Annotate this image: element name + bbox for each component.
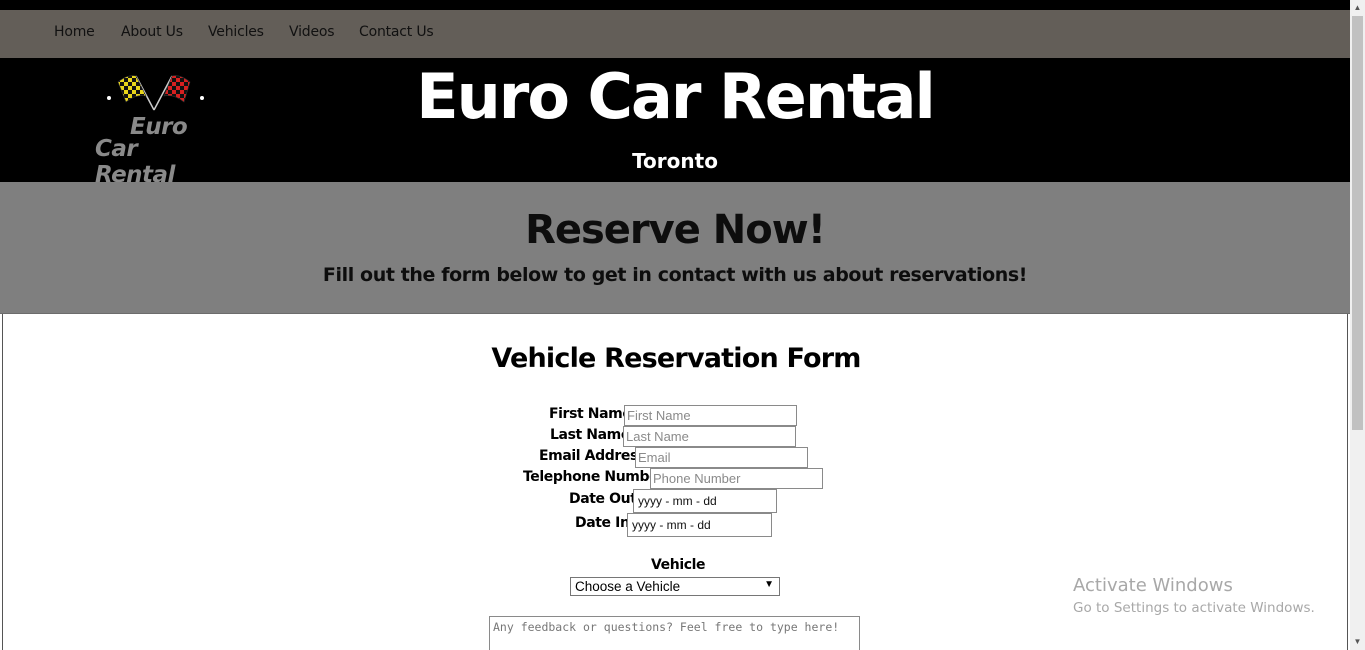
date-out-input[interactable]: yyyy - mm - dd (633, 489, 777, 513)
date-in-label: Date In: (575, 515, 635, 531)
dropdown-arrow-icon: ▼ (764, 579, 774, 590)
vehicle-label: Vehicle (651, 557, 706, 573)
banner-title: Reserve Now! (525, 207, 826, 253)
first-name-input[interactable] (624, 405, 797, 426)
form-title: Vehicle Reservation Form (491, 343, 861, 374)
nav-contact-link[interactable]: Contact Us (359, 24, 434, 40)
telephone-input[interactable] (650, 468, 823, 489)
nav-vehicles-link[interactable]: Vehicles (208, 24, 264, 40)
top-strip (0, 0, 1350, 10)
site-header: Euro Car Rental Euro Car Rental Toronto (0, 58, 1350, 188)
vehicle-select-value: Choose a Vehicle (575, 579, 681, 594)
date-out-label: Date Out: (569, 491, 642, 507)
last-name-input[interactable] (623, 426, 796, 447)
vertical-scrollbar[interactable]: ▲ ▼ (1350, 0, 1365, 650)
activate-windows-subtitle: Go to Settings to activate Windows. (1073, 600, 1315, 616)
vehicle-select[interactable]: Choose a Vehicle ▼ (570, 577, 780, 596)
feedback-textarea[interactable]: Any feedback or questions? Feel free to … (489, 616, 860, 650)
reserve-banner: Reserve Now! Fill out the form below to … (0, 182, 1350, 314)
nav-videos-link[interactable]: Videos (289, 24, 335, 40)
site-subtitle: Toronto (632, 149, 718, 173)
nav-home-link[interactable]: Home (54, 24, 95, 40)
date-in-input[interactable]: yyyy - mm - dd (627, 513, 772, 537)
email-input[interactable] (635, 447, 808, 468)
scroll-thumb[interactable] (1352, 16, 1363, 430)
nav-about-link[interactable]: About Us (121, 24, 183, 40)
scroll-up-arrow-icon[interactable]: ▲ (1350, 0, 1365, 16)
site-title: Euro Car Rental (416, 60, 935, 133)
telephone-label: Telephone Number: (523, 469, 670, 485)
scroll-down-arrow-icon[interactable]: ▼ (1350, 634, 1365, 650)
activate-windows-title: Activate Windows (1073, 575, 1233, 596)
banner-subtitle: Fill out the form below to get in contac… (322, 264, 1028, 286)
main-nav: Home About Us Vehicles Videos Contact Us (0, 10, 1350, 58)
